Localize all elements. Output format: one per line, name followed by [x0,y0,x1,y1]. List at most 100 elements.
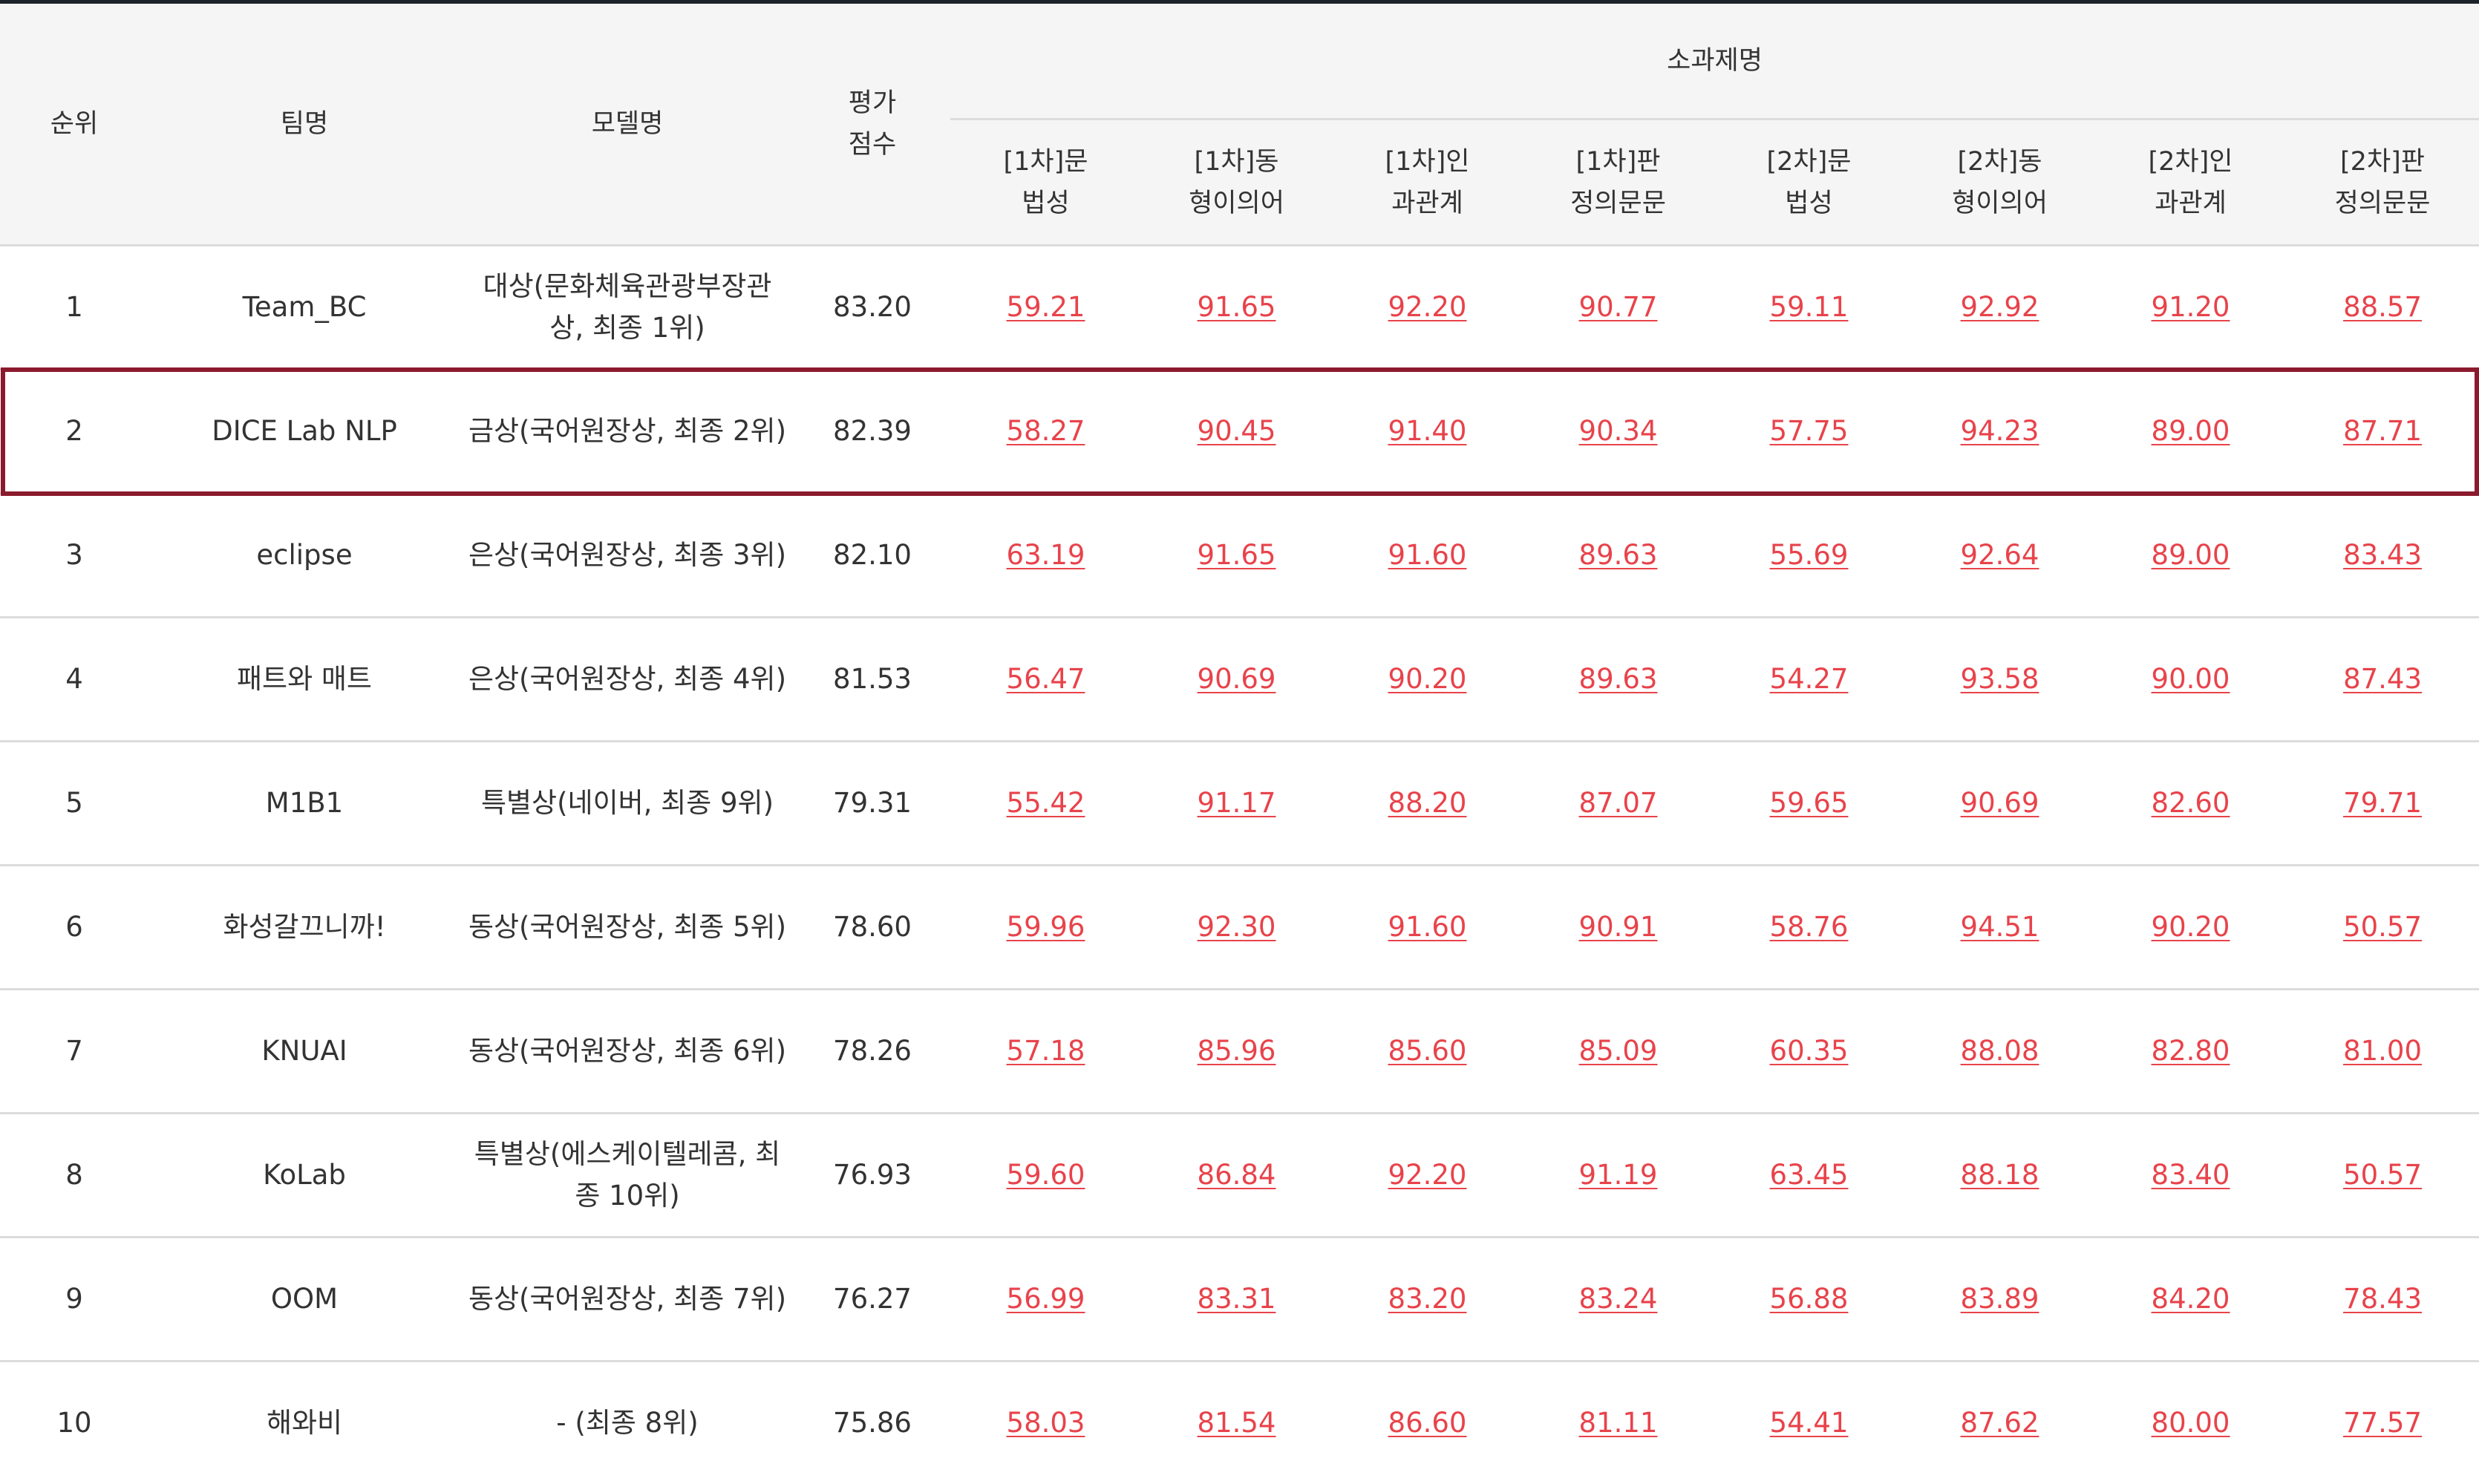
subscore-link[interactable]: 55.69 [1770,539,1849,571]
team-cell-text: eclipse [256,539,352,571]
subscore-link[interactable]: 92.20 [1388,291,1467,323]
subscore-link[interactable]: 87.71 [2343,415,2422,447]
subscore-link[interactable]: 86.84 [1198,1159,1276,1191]
subscore-link[interactable]: 90.00 [2152,663,2230,695]
subscore-link[interactable]: 91.60 [1388,911,1467,943]
subscore-link[interactable]: 83.40 [2152,1159,2230,1191]
subscore-cell: 55.69 [1714,494,1904,618]
subscore-cell: 56.47 [950,618,1141,742]
subscore-link[interactable]: 86.60 [1388,1407,1467,1439]
subscore-link[interactable]: 87.62 [1961,1407,2039,1439]
subscore-link[interactable]: 77.57 [2343,1407,2422,1439]
subscore-link[interactable]: 88.18 [1961,1159,2039,1191]
subscore-link[interactable]: 79.71 [2343,787,2422,819]
rank-cell: 1 [0,246,148,370]
subscore-link[interactable]: 78.43 [2343,1283,2422,1315]
subscore-link[interactable]: 88.20 [1388,787,1467,819]
subscore-link[interactable]: 93.58 [1961,663,2039,695]
subscore-link[interactable]: 89.00 [2152,415,2230,447]
subscore-cell: 87.62 [1904,1362,2095,1484]
subscore-link[interactable]: 80.00 [2152,1407,2230,1439]
subscore-link[interactable]: 91.19 [1579,1159,1658,1191]
subscore-link[interactable]: 90.91 [1579,911,1658,943]
subscore-link[interactable]: 89.00 [2152,539,2230,571]
subscore-link[interactable]: 91.65 [1198,291,1276,323]
subscore-link[interactable]: 58.03 [1007,1407,1085,1439]
subscore-link[interactable]: 81.00 [2343,1035,2422,1067]
subscore-link[interactable]: 89.63 [1579,663,1658,695]
leaderboard-body: 1Team_BC대상(문화체육관광부장관 상, 최종 1위)83.2059.21… [0,246,2479,1484]
score-cell: 78.26 [794,990,950,1114]
subscore-link[interactable]: 58.27 [1007,415,1085,447]
subscore-cell: 59.11 [1714,246,1904,370]
subscore-link[interactable]: 57.75 [1770,415,1849,447]
subscore-link[interactable]: 58.76 [1770,911,1849,943]
team-cell: 패트와 매트 [148,618,460,742]
subscore-link[interactable]: 84.20 [2152,1283,2230,1315]
subscore-link[interactable]: 59.65 [1770,787,1849,819]
subscore-link[interactable]: 50.57 [2343,911,2422,943]
subscore-link[interactable]: 90.69 [1961,787,2039,819]
subscore-link[interactable]: 87.07 [1579,787,1658,819]
subscore-link[interactable]: 87.43 [2343,663,2422,695]
subscore-link[interactable]: 83.20 [1388,1283,1467,1315]
subscore-link[interactable]: 59.60 [1007,1159,1085,1191]
subscore-link[interactable]: 57.18 [1007,1035,1085,1067]
subscore-link[interactable]: 92.20 [1388,1159,1467,1191]
subscore-cell: 91.60 [1332,866,1523,990]
col-header-subtask: [2차]동 형이의어 [1904,120,2095,246]
subscore-link[interactable]: 90.45 [1198,415,1276,447]
subscore-link[interactable]: 85.09 [1579,1035,1658,1067]
subscore-link[interactable]: 92.64 [1961,539,2039,571]
subscore-link[interactable]: 81.11 [1579,1407,1658,1439]
subscore-link[interactable]: 85.60 [1388,1035,1467,1067]
subscore-link[interactable]: 90.77 [1579,291,1658,323]
subscore-link[interactable]: 92.30 [1198,911,1276,943]
score-cell-text: 78.26 [833,1035,912,1067]
subscore-link[interactable]: 59.96 [1007,911,1085,943]
subscore-link[interactable]: 63.45 [1770,1159,1849,1191]
subscore-link[interactable]: 90.69 [1198,663,1276,695]
subscore-link[interactable]: 59.21 [1007,291,1085,323]
subscore-link[interactable]: 85.96 [1198,1035,1276,1067]
subscore-link[interactable]: 90.20 [1388,663,1467,695]
subscore-link[interactable]: 54.27 [1770,663,1849,695]
subscore-link[interactable]: 83.31 [1198,1283,1276,1315]
subscore-link[interactable]: 59.11 [1770,291,1849,323]
subscore-cell: 81.11 [1523,1362,1714,1484]
subscore-link[interactable]: 91.60 [1388,539,1467,571]
col-header-rank: 순위 [0,2,148,246]
subscore-link[interactable]: 90.34 [1579,415,1658,447]
subscore-link[interactable]: 88.57 [2343,291,2422,323]
subscore-link[interactable]: 91.65 [1198,539,1276,571]
subscore-link[interactable]: 83.43 [2343,539,2422,571]
subscore-link[interactable]: 56.47 [1007,663,1085,695]
subscore-cell: 83.31 [1141,1238,1332,1362]
subscore-link[interactable]: 91.20 [2152,291,2230,323]
subscore-link[interactable]: 90.20 [2152,911,2230,943]
subscore-link[interactable]: 56.99 [1007,1283,1085,1315]
subscore-link[interactable]: 81.54 [1198,1407,1276,1439]
subscore-cell: 63.19 [950,494,1141,618]
subscore-cell: 91.40 [1332,370,1523,494]
subscore-link[interactable]: 82.80 [2152,1035,2230,1067]
subscore-link[interactable]: 91.17 [1198,787,1276,819]
subscore-link[interactable]: 91.40 [1388,415,1467,447]
subscore-link[interactable]: 63.19 [1007,539,1085,571]
subscore-link[interactable]: 83.89 [1961,1283,2039,1315]
score-cell-text: 83.20 [833,291,912,323]
subscore-link[interactable]: 92.92 [1961,291,2039,323]
subscore-link[interactable]: 60.35 [1770,1035,1849,1067]
model-cell-text: 은상(국어원장상, 최종 3위) [468,539,786,571]
subscore-link[interactable]: 55.42 [1007,787,1085,819]
subscore-link[interactable]: 94.51 [1961,911,2039,943]
subscore-link[interactable]: 94.23 [1961,415,2039,447]
subscore-cell: 88.08 [1904,990,2095,1114]
subscore-link[interactable]: 56.88 [1770,1283,1849,1315]
subscore-link[interactable]: 88.08 [1961,1035,2039,1067]
subscore-link[interactable]: 50.57 [2343,1159,2422,1191]
subscore-link[interactable]: 54.41 [1770,1407,1849,1439]
subscore-link[interactable]: 89.63 [1579,539,1658,571]
subscore-link[interactable]: 82.60 [2152,787,2230,819]
subscore-link[interactable]: 83.24 [1579,1283,1658,1315]
